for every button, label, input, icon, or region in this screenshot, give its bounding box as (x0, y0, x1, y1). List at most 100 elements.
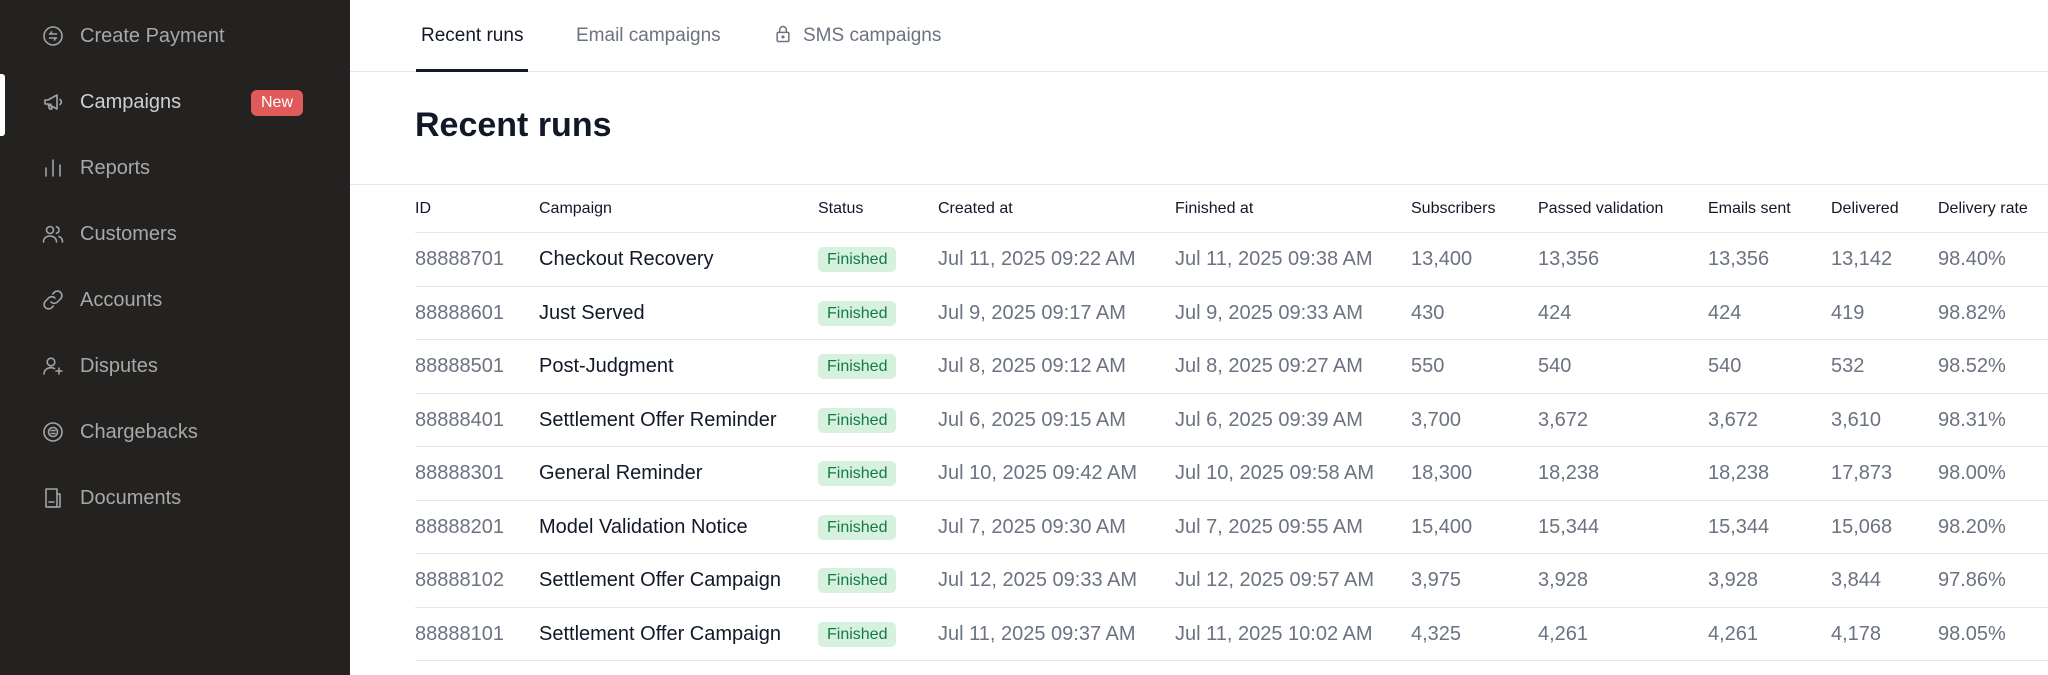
users-icon (40, 221, 66, 247)
cell-campaign: Settlement Offer Campaign (539, 622, 781, 645)
cell-passed-validation: 4,261 (1538, 622, 1589, 645)
table-row[interactable]: 88888101 Settlement Offer Campaign Finis… (415, 608, 2048, 661)
table-header: ID Campaign Status Created at Finished a… (415, 185, 2048, 233)
cell-emails-sent: 15,344 (1708, 515, 1770, 538)
tab-email-campaigns[interactable]: Email campaigns (576, 0, 721, 72)
sidebar-item-chargebacks[interactable]: Chargebacks (0, 400, 350, 464)
cell-id: 88888601 (415, 301, 504, 324)
sidebar-item-campaigns[interactable]: Campaigns New (0, 70, 350, 136)
cell-emails-sent: 540 (1708, 355, 1742, 377)
sidebar-item-label: Disputes (80, 354, 158, 377)
cell-subscribers: 3,975 (1411, 569, 1462, 591)
sidebar-item-disputes[interactable]: Disputes (0, 334, 350, 398)
cell-subscribers: 430 (1411, 301, 1445, 324)
cell-id: 88888501 (415, 355, 504, 377)
status-badge: Finished (818, 300, 897, 326)
cell-subscribers: 3,700 (1411, 408, 1462, 431)
cell-delivery-rate: 98.20% (1938, 515, 2006, 538)
tab-label: Recent runs (421, 25, 524, 46)
cell-created-at: Jul 11, 2025 09:22 AM (938, 248, 1136, 270)
cell-subscribers: 13,400 (1411, 248, 1473, 270)
tab-bar: Recent runs Email campaigns SMS campaign… (350, 0, 2048, 72)
sidebar-item-label: Customers (80, 222, 177, 245)
cell-passed-validation: 3,672 (1538, 408, 1589, 431)
cell-finished-at: Jul 11, 2025 09:38 AM (1175, 248, 1373, 270)
sidebar-item-accounts[interactable]: Accounts (0, 268, 350, 332)
cell-emails-sent: 18,238 (1708, 462, 1770, 484)
cell-finished-at: Jul 6, 2025 09:39 AM (1175, 408, 1363, 431)
status-badge: Finished (818, 247, 897, 272)
cell-passed-validation: 13,356 (1538, 248, 1600, 270)
status-badge: Finished (818, 514, 897, 540)
cell-delivered: 13,142 (1831, 248, 1893, 270)
cell-campaign: Settlement Offer Reminder (539, 408, 777, 431)
new-badge: New (251, 90, 304, 116)
column-header-id[interactable]: ID (415, 185, 431, 233)
column-header-emails-sent[interactable]: Emails sent (1708, 185, 1791, 233)
cell-emails-sent: 3,672 (1708, 408, 1759, 431)
table-row[interactable]: 88888501 Post-Judgment Finished Jul 8, 2… (415, 340, 2048, 394)
column-header-passed-validation[interactable]: Passed validation (1538, 185, 1663, 233)
cell-finished-at: Jul 10, 2025 09:58 AM (1175, 462, 1375, 484)
status-badge: Finished (818, 407, 897, 433)
cell-finished-at: Jul 11, 2025 10:02 AM (1175, 622, 1373, 645)
refund-circle-icon (40, 419, 66, 445)
cell-created-at: Jul 8, 2025 09:12 AM (938, 355, 1126, 377)
table-row[interactable]: 88888701 Checkout Recovery Finished Jul … (415, 233, 2048, 287)
cell-created-at: Jul 11, 2025 09:37 AM (938, 622, 1136, 645)
cell-passed-validation: 15,344 (1538, 515, 1600, 538)
megaphone-icon (40, 89, 66, 115)
sidebar-item-label: Reports (80, 156, 151, 179)
cell-id: 88888102 (415, 569, 504, 591)
cell-passed-validation: 540 (1538, 355, 1572, 377)
column-header-delivered[interactable]: Delivered (1831, 185, 1899, 233)
column-header-status[interactable]: Status (818, 185, 863, 233)
table-row[interactable]: 88888401 Settlement Offer Reminder Finis… (415, 394, 2048, 447)
cell-emails-sent: 13,356 (1708, 248, 1770, 270)
tab-label: SMS campaigns (803, 25, 942, 46)
sidebar-item-create-payment[interactable]: Create Payment (0, 4, 350, 68)
bar-chart-icon (40, 155, 66, 181)
cell-id: 88888301 (415, 462, 504, 484)
cell-id: 88888701 (415, 248, 504, 270)
column-header-delivery-rate[interactable]: Delivery rate (1938, 185, 2028, 233)
cell-finished-at: Jul 9, 2025 09:33 AM (1175, 301, 1363, 324)
cell-id: 88888201 (415, 515, 504, 538)
table-row[interactable]: 88888102 Settlement Offer Campaign Finis… (415, 554, 2048, 608)
sidebar-item-label: Create Payment (80, 24, 225, 47)
cell-delivery-rate: 97.86% (1938, 569, 2006, 591)
sidebar-item-label: Accounts (80, 288, 163, 311)
cell-campaign: Post-Judgment (539, 355, 674, 377)
table-row[interactable]: 88888201 Model Validation Notice Finishe… (415, 501, 2048, 554)
table-row[interactable]: 88888301 General Reminder Finished Jul 1… (415, 447, 2048, 501)
sidebar-item-reports[interactable]: Reports (0, 136, 350, 200)
sidebar: Create Payment Campaigns New Reports Cus… (0, 0, 350, 675)
document-icon (40, 485, 66, 511)
page-title: Recent runs (415, 106, 612, 144)
cell-finished-at: Jul 12, 2025 09:57 AM (1175, 569, 1375, 591)
lock-icon (773, 22, 803, 50)
sidebar-item-customers[interactable]: Customers (0, 202, 350, 266)
column-header-created-at[interactable]: Created at (938, 185, 1013, 233)
runs-table: ID Campaign Status Created at Finished a… (415, 185, 2048, 661)
cell-subscribers: 15,400 (1411, 515, 1473, 538)
sidebar-item-label: Documents (80, 486, 182, 509)
cell-created-at: Jul 9, 2025 09:17 AM (938, 301, 1126, 324)
cell-delivered: 15,068 (1831, 515, 1893, 538)
cell-created-at: Jul 6, 2025 09:15 AM (938, 408, 1126, 431)
tab-recent-runs[interactable]: Recent runs (415, 0, 529, 72)
cell-created-at: Jul 7, 2025 09:30 AM (938, 515, 1126, 538)
cell-campaign: Settlement Offer Campaign (539, 569, 781, 591)
column-header-finished-at[interactable]: Finished at (1175, 185, 1253, 233)
cell-emails-sent: 3,928 (1708, 569, 1759, 591)
cell-passed-validation: 18,238 (1538, 462, 1600, 484)
table-row[interactable]: 88888601 Just Served Finished Jul 9, 202… (415, 287, 2048, 340)
tab-sms-campaigns[interactable]: SMS campaigns (773, 0, 941, 72)
column-header-subscribers[interactable]: Subscribers (1411, 185, 1495, 233)
sidebar-item-label: Campaigns (80, 90, 182, 113)
sidebar-item-documents[interactable]: Documents (0, 466, 350, 530)
column-header-campaign[interactable]: Campaign (539, 185, 612, 233)
main-content: Recent runs Email campaigns SMS campaign… (350, 0, 2048, 675)
cell-id: 88888101 (415, 622, 504, 645)
cell-subscribers: 4,325 (1411, 622, 1462, 645)
